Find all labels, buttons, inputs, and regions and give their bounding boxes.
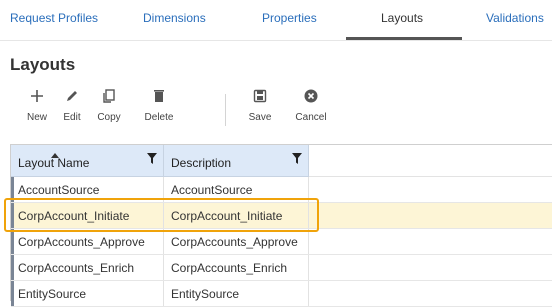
header-filler [309,145,552,177]
save-label: Save [248,112,272,123]
save-icon [237,88,283,108]
table-row[interactable]: CorpAccounts_Approve CorpAccounts_Approv… [11,229,552,255]
tab-layouts[interactable]: Layouts [381,11,423,25]
filter-icon[interactable] [292,153,302,167]
copy-icon [86,88,132,108]
page-title: Layouts [10,55,76,74]
column-header-layout-name[interactable]: Layout Name [11,145,164,177]
active-tab-indicator [346,37,462,40]
column-header-label: Description [171,156,232,170]
table-row[interactable]: EntitySource EntitySource [11,281,552,307]
layout-name-cell[interactable]: CorpAccounts_Approve [11,229,164,254]
tab-validations[interactable]: Validations [486,11,544,25]
cancel-circle-icon [288,88,334,108]
cancel-button[interactable]: Cancel [288,88,334,123]
table-row-selected[interactable]: CorpAccount_Initiate CorpAccount_Initiat… [11,203,552,229]
description-cell[interactable]: EntitySource [164,281,309,306]
delete-button[interactable]: Delete [136,88,182,123]
tab-dimensions[interactable]: Dimensions [143,11,206,25]
description-cell[interactable]: CorpAccount_Initiate [164,203,309,228]
description-cell[interactable]: CorpAccounts_Approve [164,229,309,254]
copy-button[interactable]: Copy [86,88,132,123]
tab-request-profiles[interactable]: Request Profiles [10,11,98,25]
delete-label: Delete [144,112,174,123]
toolbar: New Edit Copy Delete Save Cancel [0,84,552,136]
tab-properties[interactable]: Properties [262,11,317,25]
save-button[interactable]: Save [237,88,283,123]
tab-bar: Request Profiles Dimensions Properties L… [0,0,552,41]
trash-icon [136,88,182,108]
layouts-grid: Layout Name Description AccountSource Ac… [10,144,552,307]
column-header-label: Layout Name [18,156,90,170]
layout-name-cell[interactable]: CorpAccount_Initiate [11,203,164,228]
table-row[interactable]: AccountSource AccountSource [11,177,552,203]
copy-label: Copy [97,112,121,123]
cancel-label: Cancel [295,112,327,123]
layout-name-cell[interactable]: AccountSource [11,177,164,202]
description-cell[interactable]: CorpAccounts_Enrich [164,255,309,280]
layout-name-cell[interactable]: CorpAccounts_Enrich [11,255,164,280]
grid-header: Layout Name Description [11,145,552,177]
table-row[interactable]: CorpAccounts_Enrich CorpAccounts_Enrich [11,255,552,281]
column-header-description[interactable]: Description [164,145,309,177]
description-cell[interactable]: AccountSource [164,177,309,202]
layout-name-cell[interactable]: EntitySource [11,281,164,306]
toolbar-separator [225,94,226,126]
filter-icon[interactable] [147,153,157,167]
